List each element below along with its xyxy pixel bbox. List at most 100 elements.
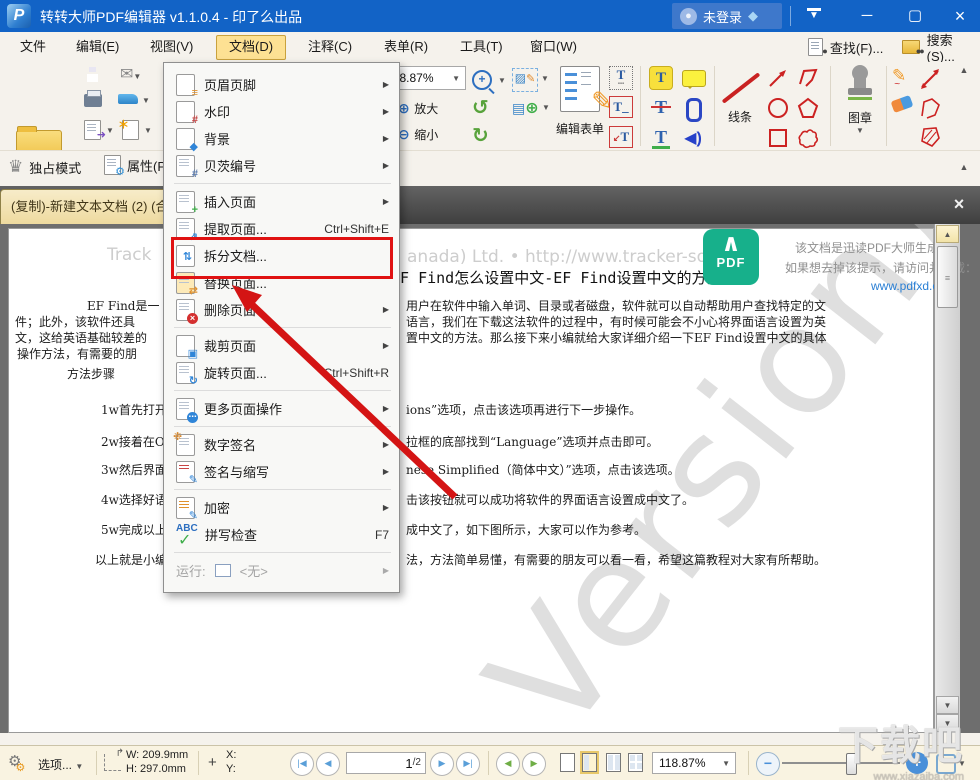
measure-tool-button[interactable] (918, 66, 942, 97)
stamp-tool-button[interactable]: 图章 ▼ (838, 64, 882, 148)
two-page-layout-button[interactable] (606, 753, 621, 772)
maximize-button[interactable]: ▢ (893, 0, 937, 32)
edit-form-button[interactable]: ✎ 编辑表单 (552, 64, 608, 142)
attach-file-button[interactable] (686, 98, 712, 124)
text-field-tool-button[interactable]: T▪▪▪ (608, 66, 634, 92)
body-line: nese Simplified（简体中文）”选项，点击该选项。 (406, 461, 680, 478)
menu-item-rotate-pages[interactable]: ↻旋转页面...Ctrl+Shift+R (166, 359, 397, 386)
next-page-button[interactable]: ▶ (430, 752, 454, 776)
highlight-text-button[interactable]: T (648, 66, 674, 92)
history-back-button[interactable]: ◀ (496, 752, 520, 776)
scroll-page-down-button[interactable]: ▼ (936, 714, 959, 732)
grid-layout-button[interactable] (628, 753, 643, 772)
text-callout-tool-button[interactable]: ↙T (608, 126, 634, 152)
close-button[interactable]: × (938, 0, 980, 32)
zoom-out-button-statusbar[interactable]: − (756, 752, 780, 776)
vertical-scroll-thumb[interactable]: ≡ (937, 246, 958, 308)
sticky-note-button[interactable] (682, 70, 708, 96)
fit-page-button[interactable] (936, 754, 956, 774)
scan-button[interactable]: ▼ (118, 88, 138, 104)
find-button[interactable]: ●● 查找(F)... (808, 36, 883, 58)
options-button[interactable]: 选项... ▼ (38, 756, 83, 773)
history-forward-button[interactable]: ▶ (522, 752, 546, 776)
fit-page-dropdown-icon[interactable]: ▼ (958, 759, 966, 768)
line-tool-button[interactable]: 线条 (718, 64, 762, 142)
minimize-button[interactable]: ─ (845, 0, 889, 32)
menu-item-crop-pages[interactable]: ▣裁剪页面▶ (166, 332, 397, 359)
zoom-tool-button[interactable]: + ▼ (472, 70, 492, 90)
redo-button[interactable]: ↻ (472, 126, 489, 146)
undo-button[interactable]: ↺ (472, 98, 489, 118)
zoom-in-button[interactable]: ⊕ 放大 (398, 100, 438, 118)
menu-item-encrypt[interactable]: ✎加密▶ (166, 494, 397, 521)
underline-text-button[interactable]: T (648, 126, 674, 152)
menu-item-run[interactable]: 运行:<无>▶ (166, 557, 397, 584)
body-line: 方法步骤 (67, 365, 115, 382)
page-number-input[interactable]: 1/2 (346, 752, 426, 774)
first-page-button[interactable]: |◀ (290, 752, 314, 776)
menu-file[interactable]: 文件 (8, 35, 58, 58)
menu-form[interactable]: 表单(R) (372, 35, 440, 58)
menu-item-insert-pages[interactable]: +插入页面▶ (166, 188, 397, 215)
eraser-tool-button[interactable] (892, 98, 912, 110)
polyline-tool-button[interactable] (796, 66, 820, 90)
menu-item-spell-check[interactable]: ABC✓拼写检查F7 (166, 521, 397, 548)
menu-item-more-page-operations[interactable]: ⋯更多页面操作▶ (166, 395, 397, 422)
new-document-button[interactable]: ＊▼ (122, 120, 139, 140)
pencil-tool-button[interactable]: ✎~ (892, 66, 912, 86)
add-image-text-button[interactable]: ▤⊕ ▼ (512, 98, 539, 118)
export-icon: ➜ (84, 120, 101, 140)
export-button[interactable]: ➜▼ (84, 120, 101, 140)
search-button[interactable]: ●● 搜索(S)... (902, 36, 980, 58)
email-button[interactable]: ✉▼ (120, 64, 141, 84)
close-document-icon[interactable]: × (944, 191, 974, 217)
perimeter-tool-button[interactable] (918, 96, 942, 127)
continuous-layout-button[interactable] (582, 753, 597, 772)
arrow-tool-button[interactable] (766, 66, 790, 90)
strikeout-text-button[interactable]: T (648, 96, 674, 122)
exclusive-mode-button[interactable]: ♛ 独占模式 (8, 157, 81, 177)
menu-item-watermark[interactable]: #水印▶ (166, 98, 397, 125)
scroll-down-button[interactable]: ▼ (936, 696, 959, 714)
last-page-button[interactable]: ▶| (456, 752, 480, 776)
menu-item-delete-pages[interactable]: ×删除页面▶ (166, 296, 397, 323)
collapse-panel-button[interactable]: ▲ (954, 64, 974, 77)
zoom-slider-handle[interactable] (846, 753, 857, 775)
body-line: 语言，我们在下载这法软件的过程中，有时候可能会不小心将界面语言设置为英 (406, 313, 826, 330)
vertical-scrollbar[interactable]: ▲ ≡ ▼ ▼ (934, 224, 960, 733)
collapse-row-button[interactable]: ▲ (954, 161, 974, 174)
menu-item-sign-initials[interactable]: ✎签名与缩写▶ (166, 458, 397, 485)
collapse-toolbar-button[interactable]: ▼ (800, 8, 828, 24)
menu-edit[interactable]: 编辑(E) (64, 35, 131, 58)
edit-object-button[interactable]: ▨✎ ▼ (512, 68, 538, 92)
cloud-tool-button[interactable] (796, 126, 820, 150)
properties-icon: ⚙ (104, 155, 121, 175)
zoom-out-button[interactable]: ⊖ 缩小 (398, 126, 438, 144)
text-field-icon: T▪▪▪ (609, 66, 633, 90)
area-icon (918, 124, 942, 150)
menu-item-bates-numbering[interactable]: #贝茨编号▶ (166, 152, 397, 179)
menu-item-header-footer[interactable]: ≡页眉页脚▶ (166, 71, 397, 98)
menu-item-digital-signature[interactable]: ❉数字签名▶ (166, 431, 397, 458)
statusbar-zoom-combobox[interactable]: 118.87%▼ (652, 752, 736, 774)
zoom-slider-track[interactable] (782, 762, 900, 764)
login-button[interactable]: ● 未登录 ◆ (672, 3, 782, 29)
menu-view[interactable]: 视图(V) (138, 35, 205, 58)
rectangle-tool-button[interactable] (766, 126, 790, 150)
text-box-tool-button[interactable]: T_ (608, 96, 634, 122)
line-icon (722, 72, 761, 103)
vip-diamond-icon: ◆ (748, 8, 758, 24)
menu-comment[interactable]: 注释(C) (296, 35, 364, 58)
email-icon: ✉ (120, 66, 133, 83)
scroll-up-button[interactable]: ▲ (936, 225, 959, 243)
circle-tool-button[interactable] (766, 96, 790, 120)
print-button[interactable] (84, 90, 102, 107)
menu-item-background[interactable]: ◆背景▶ (166, 125, 397, 152)
menu-tools[interactable]: 工具(T) (448, 35, 515, 58)
menu-window[interactable]: 窗口(W) (518, 35, 589, 58)
previous-page-button[interactable]: ◀ (316, 752, 340, 776)
menu-document[interactable]: 文档(D) (216, 35, 286, 60)
polygon-tool-button[interactable] (796, 96, 820, 120)
zoom-in-button-statusbar[interactable]: + (906, 752, 928, 774)
single-page-layout-button[interactable] (560, 753, 575, 772)
